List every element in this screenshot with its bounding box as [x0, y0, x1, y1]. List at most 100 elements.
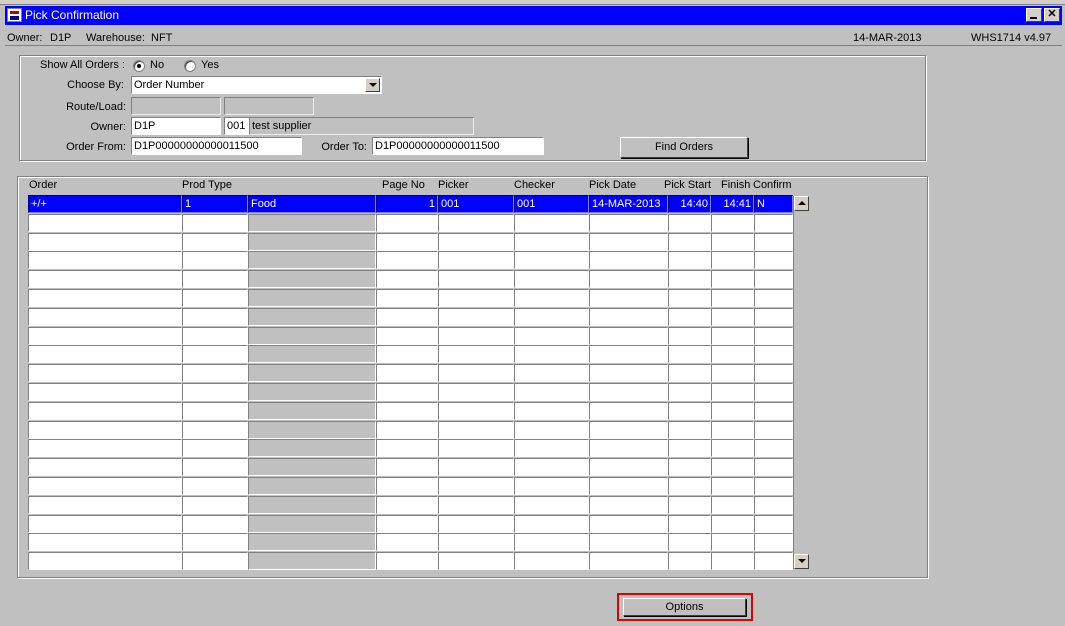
grid-cell-finish[interactable] — [711, 439, 754, 458]
grid-cell-confirm[interactable] — [754, 401, 793, 420]
grid-cell-pick-date[interactable] — [589, 326, 668, 345]
grid-cell-checker[interactable] — [514, 307, 589, 326]
grid-cell-picker[interactable] — [438, 307, 514, 326]
grid-cell-confirm[interactable] — [754, 477, 793, 495]
grid-cell-pick-date[interactable] — [589, 533, 668, 552]
grid-cell-pick-start[interactable] — [668, 477, 711, 495]
grid-cell-page-no[interactable] — [376, 495, 438, 514]
grid-cell-prod-desc[interactable] — [248, 307, 376, 326]
grid-cell-page-no[interactable] — [376, 251, 438, 270]
grid-cell-page-no[interactable] — [376, 232, 438, 251]
grid-cell-prod-type[interactable] — [182, 307, 248, 326]
grid-cell-prod-type[interactable] — [182, 458, 248, 477]
grid-cell-finish[interactable]: 14:41 — [711, 195, 754, 213]
grid-cell-checker[interactable] — [514, 232, 589, 251]
grid-cell-pick-start[interactable] — [668, 289, 711, 307]
grid-cell-checker[interactable] — [514, 439, 589, 458]
grid-cell-prod-desc[interactable] — [248, 495, 376, 514]
grid-cell-prod-desc[interactable] — [248, 270, 376, 289]
grid-cell-confirm[interactable] — [754, 439, 793, 458]
grid-cell-prod-desc[interactable] — [248, 251, 376, 270]
grid-cell-checker[interactable] — [514, 364, 589, 383]
grid-cell-checker[interactable] — [514, 495, 589, 514]
show-all-no-radio[interactable] — [133, 60, 145, 72]
grid-cell-pick-start[interactable] — [668, 213, 711, 232]
grid-cell-checker[interactable] — [514, 345, 589, 364]
grid-cell-checker[interactable] — [514, 477, 589, 495]
grid-cell-finish[interactable] — [711, 213, 754, 232]
grid-cell-pick-date[interactable] — [589, 289, 668, 307]
grid-cell-prod-type[interactable] — [182, 495, 248, 514]
grid-cell-prod-type[interactable] — [182, 383, 248, 401]
grid-cell-page-no[interactable] — [376, 307, 438, 326]
grid-cell-order[interactable] — [28, 477, 182, 495]
grid-cell-confirm[interactable] — [754, 307, 793, 326]
grid-cell-prod-type[interactable] — [182, 364, 248, 383]
grid-cell-prod-desc[interactable] — [248, 401, 376, 420]
grid-cell-confirm[interactable] — [754, 345, 793, 364]
grid-cell-checker[interactable] — [514, 420, 589, 439]
grid-cell-prod-type[interactable] — [182, 345, 248, 364]
grid-cell-order[interactable]: +/+ — [28, 195, 182, 213]
grid-cell-finish[interactable] — [711, 326, 754, 345]
grid-cell-prod-desc[interactable]: Food — [248, 195, 376, 213]
grid-cell-pick-start[interactable] — [668, 383, 711, 401]
grid-cell-prod-type[interactable] — [182, 420, 248, 439]
grid-cell-prod-desc[interactable] — [248, 420, 376, 439]
grid-cell-prod-desc[interactable] — [248, 213, 376, 232]
grid-cell-pick-start[interactable] — [668, 552, 711, 571]
minimize-button[interactable] — [1026, 8, 1042, 22]
grid-cell-checker[interactable] — [514, 552, 589, 571]
grid-cell-page-no[interactable] — [376, 401, 438, 420]
grid-cell-picker[interactable] — [438, 495, 514, 514]
grid-cell-page-no[interactable] — [376, 552, 438, 571]
grid-cell-confirm[interactable]: N — [754, 195, 793, 213]
scroll-up-icon[interactable] — [794, 196, 809, 211]
grid-cell-page-no[interactable] — [376, 439, 438, 458]
grid-cell-finish[interactable] — [711, 495, 754, 514]
grid-cell-confirm[interactable] — [754, 289, 793, 307]
grid-cell-confirm[interactable] — [754, 251, 793, 270]
grid-cell-pick-date[interactable] — [589, 552, 668, 571]
grid-cell-prod-type[interactable] — [182, 552, 248, 571]
grid-cell-finish[interactable] — [711, 458, 754, 477]
grid-cell-order[interactable] — [28, 232, 182, 251]
grid-cell-prod-type[interactable] — [182, 232, 248, 251]
grid-cell-checker[interactable] — [514, 458, 589, 477]
grid-cell-confirm[interactable] — [754, 364, 793, 383]
grid-cell-picker[interactable]: 001 — [438, 195, 514, 213]
grid-cell-finish[interactable] — [711, 251, 754, 270]
grid-cell-finish[interactable] — [711, 383, 754, 401]
grid-cell-picker[interactable] — [438, 383, 514, 401]
grid-cell-checker[interactable] — [514, 514, 589, 533]
grid-cell-prod-type[interactable] — [182, 533, 248, 552]
grid-cell-page-no[interactable] — [376, 289, 438, 307]
grid-cell-prod-type[interactable] — [182, 270, 248, 289]
grid-cell-prod-desc[interactable] — [248, 514, 376, 533]
grid-cell-pick-date[interactable] — [589, 307, 668, 326]
grid-cell-prod-desc[interactable] — [248, 326, 376, 345]
grid-cell-pick-start[interactable] — [668, 251, 711, 270]
grid-cell-prod-desc[interactable] — [248, 289, 376, 307]
grid-cell-pick-date[interactable]: 14-MAR-2013 — [589, 195, 668, 213]
grid-cell-picker[interactable] — [438, 213, 514, 232]
grid-cell-finish[interactable] — [711, 552, 754, 571]
grid-cell-confirm[interactable] — [754, 232, 793, 251]
grid-cell-prod-type[interactable] — [182, 439, 248, 458]
grid-cell-checker[interactable] — [514, 270, 589, 289]
grid-cell-checker[interactable] — [514, 326, 589, 345]
grid-cell-picker[interactable] — [438, 345, 514, 364]
grid-cell-prod-desc[interactable] — [248, 458, 376, 477]
grid-cell-order[interactable] — [28, 420, 182, 439]
grid-cell-confirm[interactable] — [754, 514, 793, 533]
grid-cell-confirm[interactable] — [754, 270, 793, 289]
grid-cell-checker[interactable] — [514, 289, 589, 307]
grid-cell-prod-type[interactable] — [182, 401, 248, 420]
grid-cell-order[interactable] — [28, 533, 182, 552]
grid-cell-checker[interactable] — [514, 213, 589, 232]
grid-cell-pick-date[interactable] — [589, 439, 668, 458]
grid-cell-page-no[interactable] — [376, 345, 438, 364]
grid-cell-pick-date[interactable] — [589, 514, 668, 533]
grid-cell-prod-type[interactable] — [182, 326, 248, 345]
grid-cell-pick-start[interactable] — [668, 307, 711, 326]
